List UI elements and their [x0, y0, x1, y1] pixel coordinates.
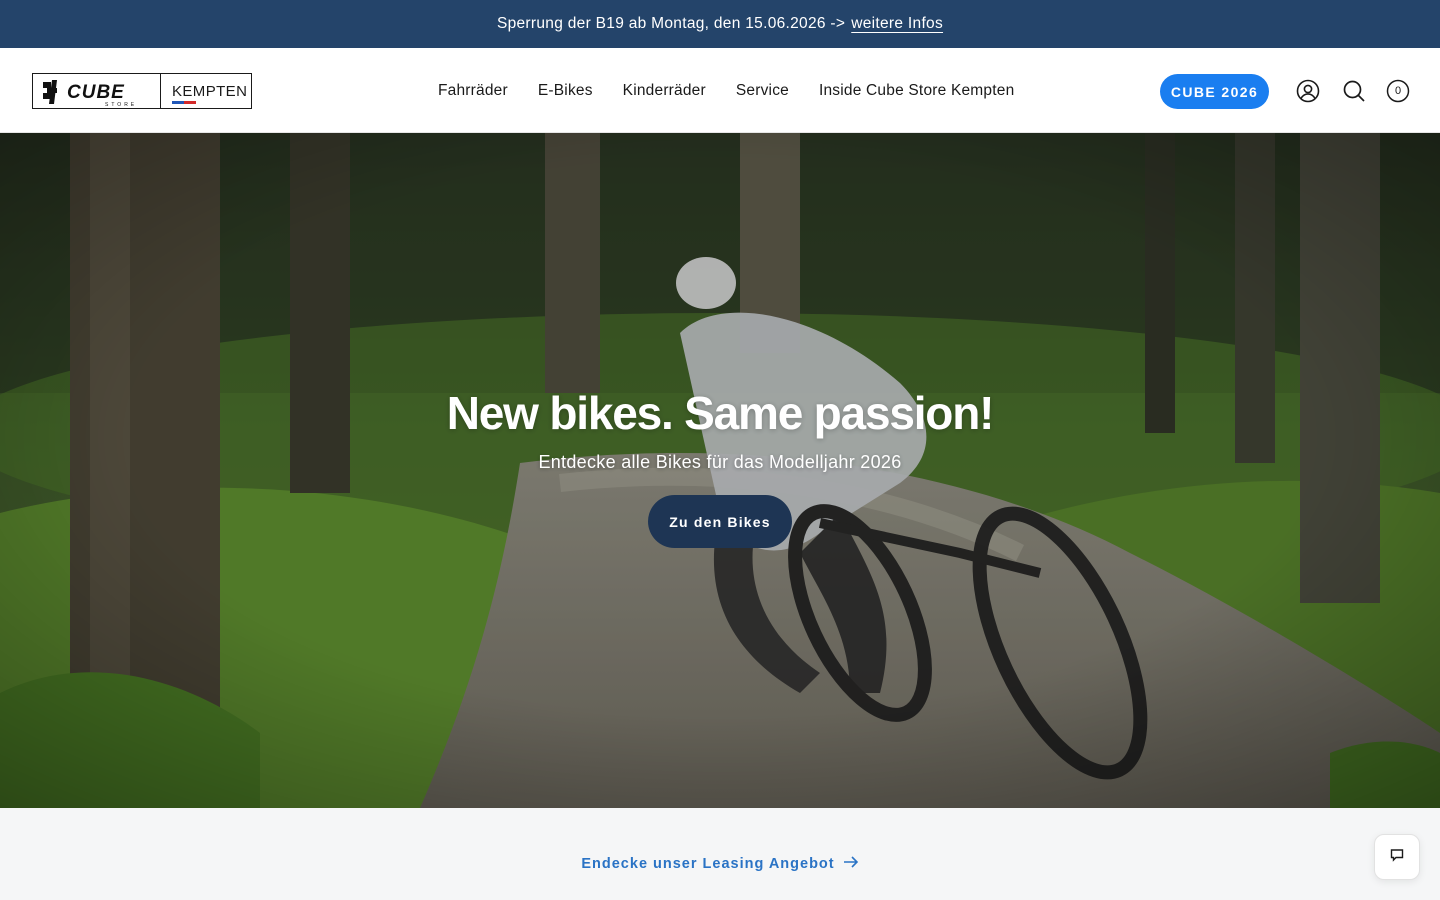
zu-den-bikes-button[interactable]: Zu den Bikes — [648, 495, 792, 548]
search-icon[interactable] — [1342, 79, 1366, 103]
site-header: CUBE STORE KEMPTEN Fahrräder E-Bikes Kin… — [0, 48, 1440, 133]
leasing-bar: Endecke unser Leasing Angebot — [0, 808, 1440, 900]
logo-red-bar — [184, 101, 196, 104]
chat-button[interactable] — [1374, 834, 1420, 880]
cube-logo-text: CUBE — [67, 82, 125, 103]
store-logo[interactable]: CUBE STORE KEMPTEN — [32, 73, 252, 109]
logo-location-text: KEMPTEN — [172, 83, 248, 100]
hero-title: New bikes. Same passion! — [446, 387, 995, 439]
chat-bubble-icon — [1389, 847, 1405, 868]
announcement-text: Sperrung der B19 ab Montag, den 15.06.20… — [496, 15, 846, 32]
announcement-bar: Sperrung der B19 ab Montag, den 15.06.20… — [0, 0, 1440, 48]
account-icon[interactable] — [1296, 79, 1320, 103]
nav-item-e-bikes[interactable]: E-Bikes — [538, 82, 593, 100]
hero-subtitle: Entdecke alle Bikes für das Modelljahr 2… — [538, 452, 902, 472]
nav-item-inside-cube-store[interactable]: Inside Cube Store Kempten — [819, 82, 1014, 100]
cart-count: 0 — [1394, 85, 1402, 97]
arrow-right-icon — [843, 855, 859, 873]
logo-location: KEMPTEN — [161, 74, 251, 108]
announcement-more-info-link[interactable]: weitere Infos — [851, 15, 943, 33]
leasing-link[interactable]: Endecke unser Leasing Angebot — [581, 855, 858, 873]
nav-item-fahrraeder[interactable]: Fahrräder — [438, 82, 508, 100]
logo-blue-bar — [172, 101, 184, 104]
cube-logo-sub: STORE — [105, 102, 137, 108]
cube-2026-button[interactable]: CUBE 2026 — [1160, 74, 1269, 109]
nav-item-service[interactable]: Service — [736, 82, 789, 100]
cart-icon[interactable]: 0 — [1386, 79, 1410, 103]
main-nav: Fahrräder E-Bikes Kinderräder Service In… — [438, 48, 1014, 133]
hero-content: New bikes. Same passion! Entdecke alle B… — [0, 133, 1440, 808]
cube-logo-mark: CUBE STORE — [33, 74, 161, 108]
nav-item-kinderraeder[interactable]: Kinderräder — [623, 82, 706, 100]
hero-banner: New bikes. Same passion! Entdecke alle B… — [0, 133, 1440, 808]
leasing-link-label: Endecke unser Leasing Angebot — [581, 856, 835, 872]
